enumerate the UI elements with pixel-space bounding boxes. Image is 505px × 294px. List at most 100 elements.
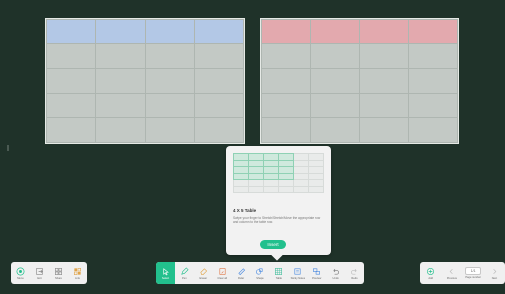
table-cell[interactable] — [310, 92, 360, 119]
link-button[interactable]: Link — [68, 262, 87, 284]
table-cell[interactable] — [261, 43, 311, 69]
pen-icon — [181, 266, 189, 275]
table-row — [261, 19, 458, 44]
table-cell[interactable] — [359, 92, 409, 119]
table-cell[interactable] — [193, 67, 245, 94]
table-cell[interactable] — [408, 117, 458, 143]
add-page-button[interactable]: Add — [420, 262, 441, 284]
preview-icon — [313, 267, 321, 275]
share-label: Share — [55, 276, 62, 280]
shape-tool[interactable]: Shape — [251, 262, 270, 284]
table-cell[interactable] — [359, 43, 409, 69]
ruler-icon — [237, 267, 245, 275]
previous-page-button[interactable]: Previous — [441, 262, 462, 284]
table-cell[interactable] — [293, 185, 309, 193]
select-tool[interactable]: Select — [156, 262, 175, 284]
clear-all-tool[interactable]: Clear all — [213, 262, 232, 284]
table-cell[interactable] — [144, 43, 195, 69]
next-page-button[interactable]: Next — [484, 262, 505, 284]
side-panel-handle[interactable] — [7, 145, 9, 151]
table-row — [233, 185, 324, 193]
board-table-left[interactable] — [45, 18, 245, 144]
table-cell[interactable] — [144, 92, 195, 119]
toolbar-center: Select Pen Eraser Clear all Ruler Shape … — [156, 262, 364, 284]
table-cell[interactable] — [408, 92, 458, 119]
undo-icon — [333, 268, 340, 275]
table-cell[interactable] — [45, 19, 97, 44]
table-cell[interactable] — [95, 67, 146, 94]
menu-button[interactable]: Menu — [11, 262, 30, 284]
popup-title: 4 X 5 Table — [233, 208, 257, 213]
table-icon — [275, 267, 283, 275]
table-cell[interactable] — [261, 19, 311, 44]
chevron-left-icon — [450, 268, 453, 274]
board-table-grid — [45, 19, 245, 143]
table-cell[interactable] — [144, 19, 195, 44]
table-cell[interactable] — [45, 92, 97, 119]
table-cell[interactable] — [408, 19, 458, 44]
exit-button[interactable]: Exit — [30, 262, 49, 284]
table-cell[interactable] — [310, 117, 360, 143]
board-table-grid — [261, 19, 458, 143]
table-row — [45, 92, 245, 119]
table-cell[interactable] — [248, 185, 264, 193]
undo-button[interactable]: Undo — [326, 262, 345, 284]
table-cell[interactable] — [144, 117, 195, 143]
table-cell[interactable] — [193, 19, 245, 44]
table-label: Table — [275, 276, 282, 280]
select-icon — [163, 267, 169, 275]
shape-icon — [256, 267, 263, 275]
table-cell[interactable] — [359, 117, 409, 143]
preview-tool[interactable]: Preview — [307, 262, 326, 284]
table-cell[interactable] — [310, 67, 360, 94]
table-cell[interactable] — [261, 92, 311, 119]
insert-button[interactable]: Insert — [260, 240, 286, 249]
table-cell[interactable] — [45, 43, 97, 69]
table-row — [45, 117, 245, 143]
table-cell[interactable] — [359, 19, 409, 44]
share-button[interactable]: Share — [49, 262, 68, 284]
eraser-icon — [200, 267, 207, 275]
table-cell[interactable] — [144, 67, 195, 94]
table-row — [45, 19, 245, 44]
table-row — [261, 43, 458, 69]
table-cell[interactable] — [308, 185, 324, 193]
table-cell[interactable] — [193, 43, 245, 69]
table-cell[interactable] — [359, 67, 409, 94]
table-row — [261, 117, 458, 143]
table-cell[interactable] — [261, 67, 311, 94]
table-cell[interactable] — [233, 185, 249, 193]
shape-label: Shape — [256, 276, 264, 280]
pen-tool[interactable]: Pen — [175, 262, 194, 284]
table-cell[interactable] — [310, 19, 360, 44]
link-label: Link — [75, 276, 80, 280]
next-label: Next — [491, 276, 498, 280]
sticky-notes-label: Sticky Notes — [290, 276, 305, 280]
table-cell[interactable] — [193, 117, 245, 143]
page-number-control[interactable]: 1/1 Page number — [463, 262, 484, 284]
table-size-preview[interactable] — [233, 153, 324, 193]
redo-button[interactable]: Redo — [345, 262, 364, 284]
table-cell[interactable] — [408, 67, 458, 94]
table-cell[interactable] — [278, 185, 294, 193]
eraser-tool[interactable]: Eraser — [194, 262, 213, 284]
table-cell[interactable] — [45, 67, 97, 94]
table-cell[interactable] — [95, 43, 146, 69]
table-cell[interactable] — [95, 117, 146, 143]
table-cell[interactable] — [310, 43, 360, 69]
board-table-right[interactable] — [260, 18, 459, 144]
table-cell[interactable] — [261, 117, 311, 143]
table-cell[interactable] — [263, 185, 279, 193]
clear-all-label: Clear all — [217, 276, 227, 280]
table-cell[interactable] — [95, 92, 146, 119]
page-indicator: 1/1 — [465, 267, 482, 275]
table-tool[interactable]: Table — [269, 262, 288, 284]
previous-label: Previous — [446, 276, 457, 280]
ruler-tool[interactable]: Ruler — [232, 262, 251, 284]
table-cell[interactable] — [95, 19, 146, 44]
table-cell[interactable] — [408, 43, 458, 69]
sticky-notes-tool[interactable]: Sticky Notes — [288, 262, 307, 284]
sticky-notes-icon — [294, 267, 301, 275]
table-cell[interactable] — [193, 92, 245, 119]
table-cell[interactable] — [45, 117, 97, 143]
